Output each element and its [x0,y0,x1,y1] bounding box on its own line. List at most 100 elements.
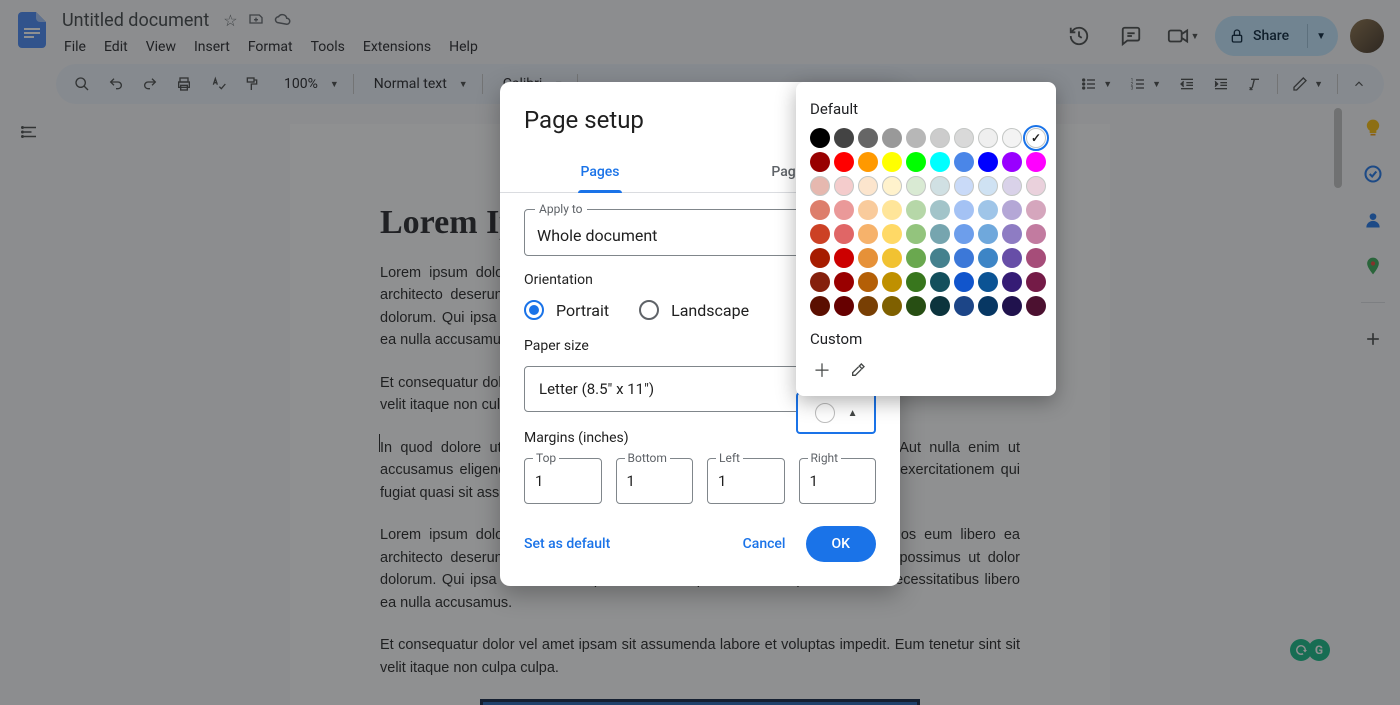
color-swatch[interactable] [930,152,950,172]
color-swatch[interactable] [906,176,926,196]
picker-default-label: Default [810,100,1042,118]
color-swatch[interactable] [858,296,878,316]
color-grid [810,128,1042,316]
color-swatch[interactable] [1026,224,1046,244]
color-swatch[interactable] [1002,224,1022,244]
color-swatch[interactable] [810,296,830,316]
color-swatch[interactable] [882,152,902,172]
color-swatch[interactable] [954,248,974,268]
color-swatch[interactable] [906,152,926,172]
color-swatch[interactable] [1026,176,1046,196]
color-swatch[interactable] [882,296,902,316]
color-swatch[interactable] [858,248,878,268]
color-swatch[interactable] [906,272,926,292]
color-swatch[interactable] [834,248,854,268]
color-swatch[interactable] [834,272,854,292]
color-swatch[interactable] [978,152,998,172]
color-swatch[interactable] [858,152,878,172]
color-swatch[interactable] [1026,128,1046,148]
apply-to-label: Apply to [535,202,587,216]
color-swatch[interactable] [978,128,998,148]
color-swatch[interactable] [882,128,902,148]
margin-bottom-input[interactable]: Bottom 1 [616,458,694,504]
tab-pages[interactable]: Pages [500,154,700,192]
color-swatch[interactable] [810,272,830,292]
color-swatch[interactable] [954,272,974,292]
color-swatch[interactable] [978,200,998,220]
color-swatch[interactable] [834,152,854,172]
orientation-landscape-radio[interactable]: Landscape [639,300,749,320]
color-swatch[interactable] [810,224,830,244]
color-swatch[interactable] [906,224,926,244]
color-swatch[interactable] [906,248,926,268]
color-swatch[interactable] [906,200,926,220]
color-swatch[interactable] [906,296,926,316]
color-swatch[interactable] [810,152,830,172]
color-swatch[interactable] [954,176,974,196]
color-swatch[interactable] [978,248,998,268]
color-swatch[interactable] [834,224,854,244]
cancel-button[interactable]: Cancel [743,536,786,552]
picker-custom-label: Custom [810,330,1042,348]
color-swatch[interactable] [1026,272,1046,292]
color-swatch[interactable] [810,128,830,148]
color-swatch[interactable] [978,296,998,316]
margin-right-input[interactable]: Right 1 [799,458,877,504]
current-color-swatch [815,403,835,423]
color-swatch[interactable] [978,272,998,292]
color-swatch[interactable] [882,176,902,196]
color-swatch[interactable] [930,200,950,220]
color-swatch[interactable] [882,248,902,268]
color-swatch[interactable] [810,200,830,220]
color-swatch[interactable] [858,128,878,148]
color-swatch[interactable] [858,224,878,244]
color-swatch[interactable] [1002,272,1022,292]
ok-button[interactable]: OK [806,526,877,562]
color-swatch[interactable] [1026,296,1046,316]
color-swatch[interactable] [1002,248,1022,268]
color-swatch[interactable] [1002,176,1022,196]
color-swatch[interactable] [954,152,974,172]
orientation-portrait-radio[interactable]: Portrait [524,300,609,320]
color-swatch[interactable] [978,176,998,196]
color-swatch[interactable] [954,224,974,244]
color-swatch[interactable] [1026,152,1046,172]
color-swatch[interactable] [930,224,950,244]
color-swatch[interactable] [882,200,902,220]
color-swatch[interactable] [954,296,974,316]
color-swatch[interactable] [1026,200,1046,220]
margin-top-input[interactable]: Top 1 [524,458,602,504]
color-swatch[interactable] [930,128,950,148]
color-swatch[interactable] [834,128,854,148]
color-swatch[interactable] [930,296,950,316]
color-swatch[interactable] [1002,152,1022,172]
color-swatch[interactable] [1002,200,1022,220]
eyedropper-icon[interactable] [846,358,870,382]
add-custom-color-icon[interactable]: ＋ [810,358,834,382]
color-swatch[interactable] [858,200,878,220]
color-swatch[interactable] [930,176,950,196]
color-swatch[interactable] [834,176,854,196]
color-swatch[interactable] [858,176,878,196]
color-swatch[interactable] [930,248,950,268]
color-swatch[interactable] [810,248,830,268]
color-swatch[interactable] [882,272,902,292]
margin-left-input[interactable]: Left 1 [707,458,785,504]
set-as-default-button[interactable]: Set as default [524,536,610,552]
color-swatch[interactable] [858,272,878,292]
page-color-button[interactable]: ▲ [796,392,876,434]
color-swatch[interactable] [882,224,902,244]
paper-size-value: Letter (8.5" x 11") [539,380,654,398]
color-swatch[interactable] [978,224,998,244]
apply-to-value: Whole document [537,226,657,245]
color-swatch[interactable] [930,272,950,292]
color-swatch[interactable] [1002,128,1022,148]
color-swatch[interactable] [834,200,854,220]
color-swatch[interactable] [954,128,974,148]
color-swatch[interactable] [834,296,854,316]
color-swatch[interactable] [1026,248,1046,268]
color-swatch[interactable] [1002,296,1022,316]
color-swatch[interactable] [954,200,974,220]
color-swatch[interactable] [906,128,926,148]
color-swatch[interactable] [810,176,830,196]
